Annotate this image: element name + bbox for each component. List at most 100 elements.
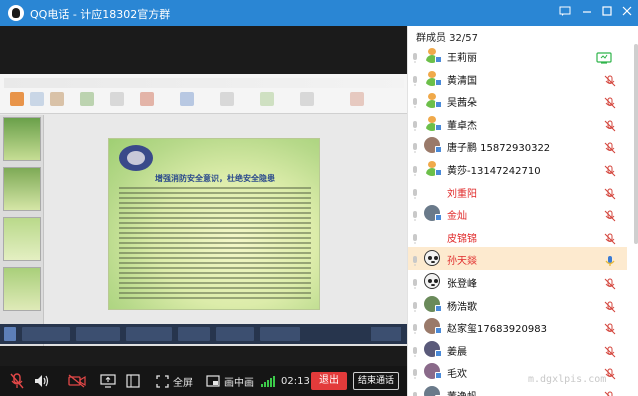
slide-thumbnail[interactable] <box>3 117 41 161</box>
member-name: 张登峰 <box>447 278 477 290</box>
qq-logo-icon <box>8 5 24 21</box>
slide-body-text <box>119 187 311 302</box>
member-row[interactable]: 杨浩歌 <box>408 293 627 316</box>
minimize-icon[interactable] <box>578 4 596 22</box>
camera-off-button[interactable] <box>68 373 86 389</box>
mic-off-icon <box>10 373 24 389</box>
device-badge-icon <box>435 304 442 312</box>
slide-thumbnail[interactable] <box>3 167 41 211</box>
qq-call-window: QQ电话 - 计应18302官方群 增强消防安全意识，杜绝安全隐患 全屏 画中画… <box>0 0 638 396</box>
member-row[interactable]: 金灿 <box>408 202 627 225</box>
speaking-indicator-icon <box>411 162 419 176</box>
member-name: 赵家玺17683920983 <box>447 324 547 336</box>
speaking-indicator-icon <box>411 94 419 109</box>
end-call-button[interactable]: 结束通话 <box>353 372 399 390</box>
mic-muted-icon <box>604 230 616 245</box>
shared-screen: 增强消防安全意识，杜绝安全隐患 <box>0 26 407 366</box>
speaker-button[interactable] <box>34 373 50 389</box>
device-badge-icon <box>435 372 442 380</box>
mic-muted-icon <box>604 298 616 312</box>
member-row[interactable]: 姜晨 <box>408 338 627 361</box>
speaking-indicator-icon <box>411 320 419 335</box>
device-badge-icon <box>435 146 442 154</box>
share-screen-button[interactable] <box>100 373 116 389</box>
speaker-icon <box>34 374 50 388</box>
device-badge-icon <box>435 78 442 86</box>
member-count-header: 群成员 32/57 <box>416 33 478 44</box>
signal-strength-icon <box>260 375 276 387</box>
layout-button[interactable] <box>126 373 140 389</box>
screen-sharing-icon <box>596 49 612 64</box>
member-name: 刘重阳 <box>447 188 477 200</box>
speaking-indicator-icon <box>411 185 419 199</box>
member-list-scrollbar[interactable] <box>634 44 638 244</box>
member-row[interactable]: 孙天燚 <box>408 247 627 270</box>
member-name: 杨浩歌 <box>447 301 477 313</box>
speaking-indicator-icon <box>411 117 419 131</box>
speaking-indicator-icon <box>411 139 419 154</box>
member-row[interactable]: 张登峰 <box>408 270 627 293</box>
slide-thumbnails[interactable] <box>0 115 44 346</box>
device-badge-icon <box>435 168 442 176</box>
fullscreen-button[interactable]: 全屏 <box>156 373 193 389</box>
mic-muted-icon <box>604 343 616 358</box>
device-badge-icon <box>435 56 442 63</box>
mic-muted-icon <box>604 72 616 86</box>
panda-avatar-icon <box>424 250 440 267</box>
member-name: 黄清国 <box>447 75 477 87</box>
speaking-indicator-icon <box>411 230 419 244</box>
member-name: 吴茜朵 <box>447 98 477 110</box>
mic-muted-icon <box>604 275 616 290</box>
slide-headline: 增强消防安全意识，杜绝安全隐患 <box>155 174 275 183</box>
member-row[interactable]: 唐子鹏 15872930322 <box>408 134 627 157</box>
speaking-indicator-icon <box>411 298 419 312</box>
device-badge-icon <box>435 123 442 131</box>
member-row[interactable]: 王莉丽 <box>408 44 627 67</box>
device-badge-icon <box>435 101 442 109</box>
mic-muted-icon <box>604 320 616 335</box>
speaking-indicator-icon <box>411 388 419 396</box>
member-row[interactable]: 董卓杰 <box>408 112 627 135</box>
speaking-indicator-icon <box>411 252 419 267</box>
device-badge-icon <box>435 327 442 335</box>
window-title: QQ电话 - 计应18302官方群 <box>30 8 171 21</box>
member-row[interactable]: 刘重阳 <box>408 180 627 203</box>
picture-in-picture-button[interactable]: 画中画 <box>206 373 254 389</box>
member-row[interactable]: 皮锦锦 <box>408 225 627 248</box>
maximize-icon[interactable] <box>598 4 616 22</box>
member-name: 董卓杰 <box>447 120 477 132</box>
camera-off-icon <box>68 374 86 388</box>
member-name: 王莉丽 <box>447 53 477 64</box>
mic-muted-icon <box>604 388 616 396</box>
mute-mic-button[interactable] <box>10 373 24 389</box>
member-row[interactable]: 黄清国 <box>408 67 627 90</box>
device-badge-icon <box>435 349 442 357</box>
fullscreen-icon <box>156 374 169 388</box>
device-badge-icon <box>435 214 442 222</box>
member-name: 黄莎-13147242710 <box>447 165 541 177</box>
presentation-window: 增强消防安全意识，杜绝安全隐患 <box>0 74 407 346</box>
member-name: 姜晨 <box>447 346 467 358</box>
member-name: 皮锦锦 <box>447 233 477 245</box>
picture-in-picture-icon <box>206 375 220 387</box>
member-row[interactable]: 赵家玺17683920983 <box>408 315 627 338</box>
slide-thumbnail[interactable] <box>3 217 41 261</box>
close-icon[interactable] <box>618 4 636 22</box>
member-name: 金灿 <box>447 211 467 223</box>
exit-button[interactable]: 退出 <box>311 372 347 390</box>
desktop-taskbar <box>0 324 407 344</box>
presentation-ribbon <box>0 74 407 114</box>
member-panel: 群成员 32/57 王莉丽黄清国吴茜朵董卓杰唐子鹏 15872930322 黄莎-… <box>407 26 638 396</box>
fullscreen-label: 全屏 <box>173 377 193 389</box>
member-row[interactable]: 吴茜朵 <box>408 89 627 112</box>
member-list[interactable]: 王莉丽黄清国吴茜朵董卓杰唐子鹏 15872930322 黄莎-1314724271… <box>408 44 627 396</box>
mic-muted-icon <box>604 94 616 109</box>
slide-thumbnail[interactable] <box>3 267 41 311</box>
panda-avatar-icon <box>424 272 440 289</box>
member-name: 唐子鹏 15872930322 <box>447 143 551 155</box>
mic-muted-icon <box>604 139 616 154</box>
feedback-icon[interactable] <box>556 4 574 22</box>
member-row[interactable]: 黄莎-13147242710 <box>408 157 627 180</box>
current-slide: 增强消防安全意识，杜绝安全隐患 <box>108 138 320 310</box>
member-name: 毛欢 <box>447 369 467 381</box>
